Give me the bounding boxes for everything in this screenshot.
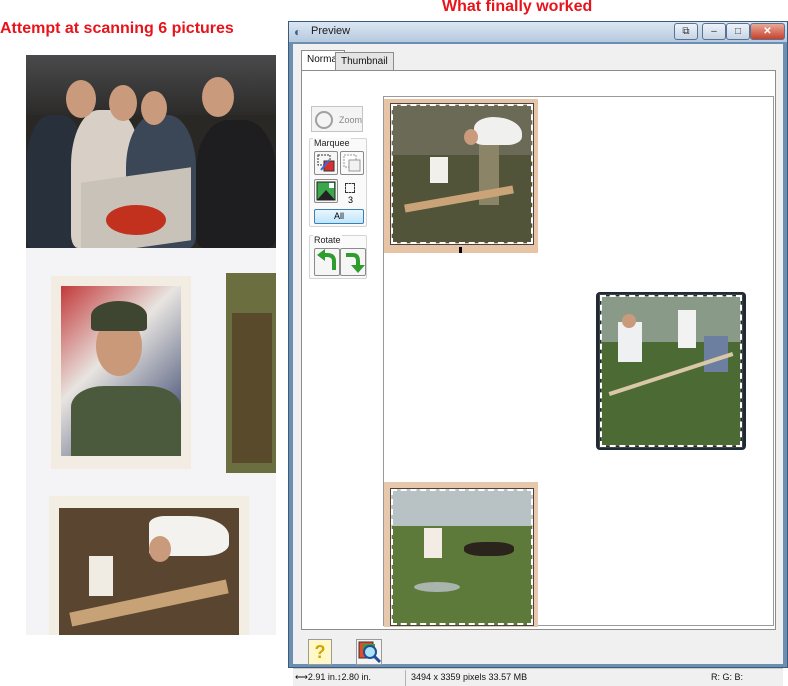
zoom-button[interactable]: Zoom [311,106,363,132]
caption-left: Attempt at scanning 6 pictures [0,20,234,37]
caption-right: What finally worked [442,0,593,15]
height-value: 2.80 in. [341,672,372,682]
auto-locate-button[interactable] [314,179,338,203]
width-arrow-icon: ⟷ [295,672,308,682]
failed-scan-image [26,55,276,635]
restore-button[interactable]: ⧉ [674,23,698,40]
preview-window: ◐ Preview ⧉ – □ ✕ Normal Thumbnail Zoom … [288,21,788,686]
status-bar: ⟷2.91 in. ↕2.80 in. 3494 x 3359 pixels 3… [293,668,783,686]
preview-photo-1[interactable] [384,99,538,253]
rotate-right-button[interactable] [340,248,366,276]
preview-magnifier-icon [358,641,382,664]
close-button[interactable]: ✕ [750,23,785,40]
preview-scan-button[interactable] [356,639,382,665]
preview-photo-2[interactable] [596,292,746,450]
rotate-left-button[interactable] [314,248,340,276]
marquee-handle-1[interactable] [459,247,462,253]
partial-photo [226,273,276,473]
height-readout: ↕2.80 in. [337,672,371,682]
rotate-title: Rotate [313,235,342,245]
width-readout: ⟷2.91 in. [295,672,337,683]
marquee-count-icon [345,183,355,193]
group-photo [26,55,276,248]
marquee-frame-3[interactable] [390,488,534,626]
all-button[interactable]: All [314,209,364,224]
window-title: Preview [311,25,351,37]
rotate-right-icon [346,253,365,273]
rotate-left-icon [317,249,336,270]
tab-thumbnail[interactable]: Thumbnail [335,52,394,70]
preview-photo-3[interactable] [384,482,538,627]
marquee-frame-2[interactable] [599,294,743,448]
status-divider [405,670,406,686]
rotate-group: Rotate [309,235,367,279]
marquee-group: Marquee 3 All [309,138,367,227]
rgb-readout: R: G: B: [711,672,744,682]
pixel-size-readout: 3494 x 3359 pixels 33.57 MB [411,672,528,682]
help-button[interactable]: ? [308,639,332,665]
title-bar[interactable]: ◐ Preview ⧉ – □ ✕ [289,22,787,42]
marquee-count: 3 [348,195,354,205]
scanner-app-icon: ◐ [294,25,302,39]
delete-marquee-icon [343,154,361,172]
minimize-button[interactable]: – [702,23,726,40]
width-value: 2.91 in. [307,672,338,682]
window-client-area: Normal Thumbnail Zoom Marquee 3 All Rota… [293,44,783,686]
zoom-label: Zoom [339,115,363,125]
delete-marquee-button[interactable] [340,151,364,175]
preview-canvas[interactable] [383,96,774,627]
magnifier-icon [315,111,333,129]
workshop-photo [49,496,249,635]
soldier-photo [51,276,191,469]
marquee-title: Marquee [313,138,351,148]
auto-locate-icon [316,181,336,201]
create-marquee-button[interactable] [314,151,338,175]
maximize-button[interactable]: □ [726,23,750,40]
create-marquee-icon [317,154,335,172]
marquee-frame-1[interactable] [390,103,534,245]
